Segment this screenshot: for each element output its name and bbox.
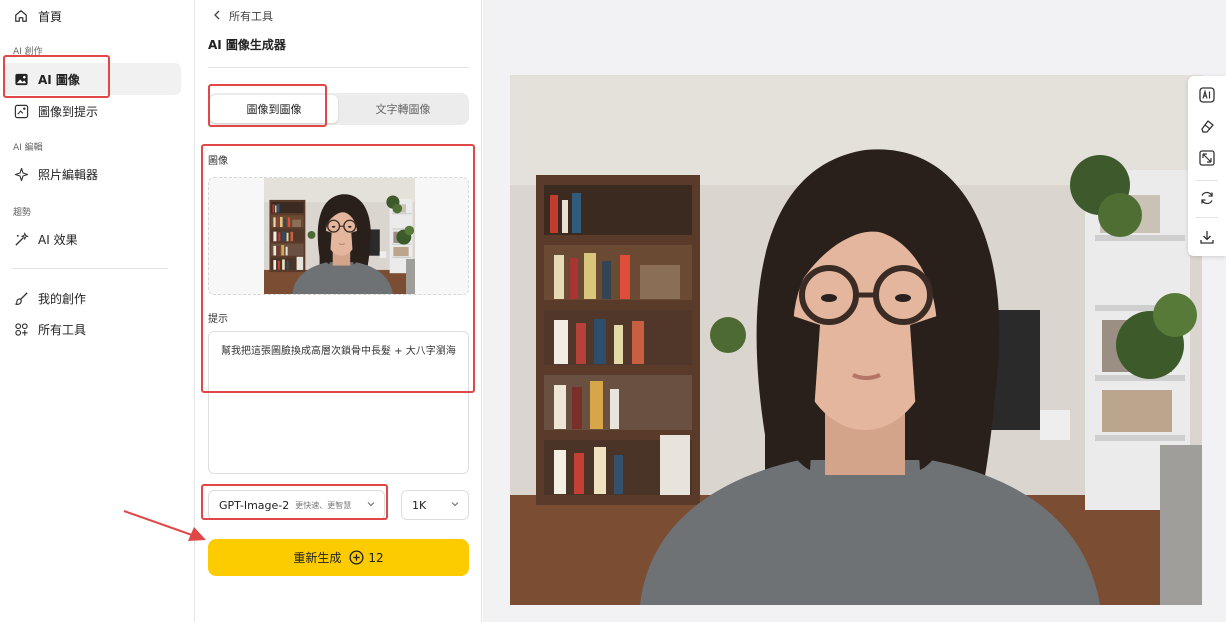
magic-wand-icon xyxy=(13,231,29,247)
preview-canvas xyxy=(483,0,1226,622)
nav-my-creations[interactable]: 我的創作 xyxy=(4,282,181,314)
regenerate-button[interactable]: 重新生成 12 xyxy=(208,539,469,576)
regenerate-icon[interactable] xyxy=(1197,188,1217,208)
chevron-down-icon xyxy=(450,499,460,512)
tab-text-to-image[interactable]: 文字轉圖像 xyxy=(339,95,467,123)
nav-home-label: 首頁 xyxy=(38,9,63,24)
image-upload-zone[interactable] xyxy=(208,177,469,295)
chevron-left-icon xyxy=(213,10,221,23)
source-image-thumbnail xyxy=(264,178,415,294)
nav-photo-editor-label: 照片編輯器 xyxy=(38,167,99,182)
section-ai-edit: AI 編輯 xyxy=(13,143,43,153)
image-toolbar xyxy=(1188,76,1226,256)
nav-image-to-prompt[interactable]: 圖像到提示 xyxy=(4,95,181,127)
chevron-down-icon xyxy=(366,499,376,512)
expand-icon[interactable] xyxy=(1197,148,1217,168)
home-icon xyxy=(13,8,29,24)
resolution-select[interactable]: 1K xyxy=(401,490,469,520)
generated-image[interactable] xyxy=(510,75,1202,605)
resolution-value: 1K xyxy=(412,498,427,512)
toolbar-divider xyxy=(1196,217,1218,218)
section-ai-create: AI 創作 xyxy=(13,47,43,57)
page-title: AI 圖像生成器 xyxy=(208,38,286,52)
credits-count: 12 xyxy=(368,550,384,565)
model-name: GPT-Image-2 xyxy=(219,498,290,512)
annotation-arrow xyxy=(123,510,206,541)
prompt-label: 提示 xyxy=(208,314,228,325)
image-ai-icon xyxy=(13,71,29,87)
generator-panel: 所有工具 AI 圖像生成器 圖像到圖像 文字轉圖像 圖像 提示 幫我把這張圖臉換… xyxy=(195,0,482,622)
sparkle-edit-icon xyxy=(13,166,29,182)
sidebar-divider xyxy=(12,268,168,269)
nav-ai-image-label: AI 圖像 xyxy=(38,72,80,87)
section-trend: 趨勢 xyxy=(13,208,32,218)
eraser-icon[interactable] xyxy=(1197,116,1217,136)
nav-ai-effects[interactable]: AI 效果 xyxy=(4,223,181,255)
image-to-prompt-icon xyxy=(13,103,29,119)
model-select[interactable]: GPT-Image-2 更快速、更智慧 xyxy=(208,490,385,520)
back-link[interactable]: 所有工具 xyxy=(213,8,273,24)
ai-enhance-icon[interactable] xyxy=(1197,85,1217,105)
credits-icon xyxy=(349,550,364,565)
nav-all-tools[interactable]: 所有工具 xyxy=(4,313,181,345)
model-desc: 更快速、更智慧 xyxy=(295,500,352,510)
prompt-textarea[interactable]: 幫我把這張圖臉換成高層次鎖骨中長髮 + 大八字瀏海 xyxy=(208,331,469,474)
tab-image-to-image[interactable]: 圖像到圖像 xyxy=(210,95,338,123)
nav-ai-effects-label: AI 效果 xyxy=(38,232,78,247)
panel-divider xyxy=(208,67,469,68)
nav-my-creations-label: 我的創作 xyxy=(38,291,87,306)
nav-photo-editor[interactable]: 照片編輯器 xyxy=(4,158,181,190)
download-icon[interactable] xyxy=(1197,227,1217,247)
nav-image-to-prompt-label: 圖像到提示 xyxy=(38,104,99,119)
image-label: 圖像 xyxy=(208,156,228,167)
grid-tools-icon xyxy=(13,321,29,337)
toolbar-divider xyxy=(1196,180,1218,181)
back-link-label: 所有工具 xyxy=(229,10,273,23)
nav-all-tools-label: 所有工具 xyxy=(38,322,87,337)
mode-tabs: 圖像到圖像 文字轉圖像 xyxy=(208,93,469,125)
regenerate-label: 重新生成 xyxy=(293,551,342,565)
nav-home[interactable]: 首頁 xyxy=(4,0,181,32)
brush-icon xyxy=(13,290,29,306)
nav-ai-image[interactable]: AI 圖像 xyxy=(4,63,181,95)
